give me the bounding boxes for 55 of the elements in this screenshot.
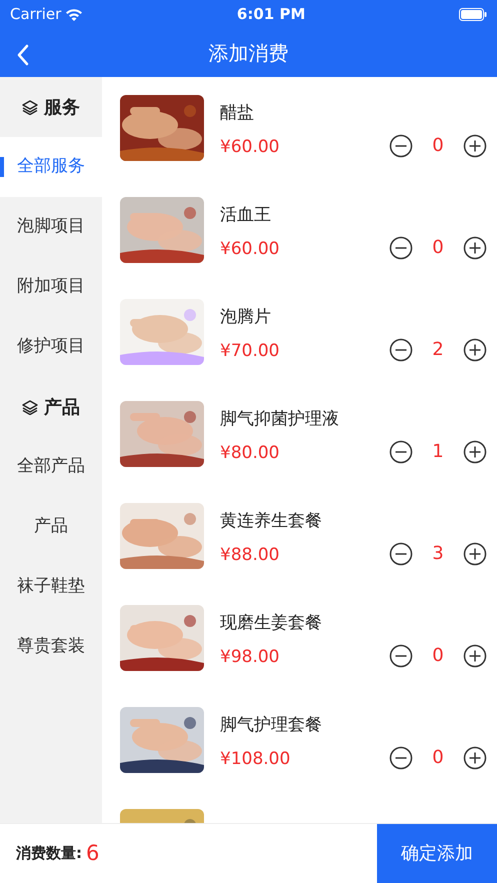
product-price: ¥88.00 [220,544,280,566]
increase-button[interactable] [463,236,487,260]
product-name: 脚气抑菌护理液 [220,408,340,431]
increase-button[interactable] [463,746,487,770]
product-name: 活血王 [220,204,272,227]
decrease-button[interactable] [389,134,413,158]
product-price: ¥98.00 [220,646,280,668]
product-price: ¥108.00 [220,748,292,770]
category-item[interactable]: 全部服务 [0,137,102,197]
quantity-value: 0 [431,746,445,770]
quantity-value: 0 [431,236,445,260]
product-name: 脚气护理套餐 [220,714,323,737]
confirm-add-button[interactable]: 确定添加 [377,824,497,883]
quantity-value: 1 [431,440,445,464]
quantity-value: 2 [431,338,445,362]
category-item[interactable]: 修护项目 [0,317,102,377]
category-header: 服务 [44,96,80,120]
category-item[interactable]: 尊贵套装 [0,617,102,677]
category-item[interactable]: 产品 [0,497,102,557]
product-name: 醋盐 [220,102,255,125]
product-name: 泡腾片 [220,306,272,329]
product-name: 黄连养生套餐 [220,510,323,533]
clock-time: 6:01 PM [236,4,306,25]
category-item[interactable]: 袜子鞋垫 [0,557,102,617]
decrease-button[interactable] [389,542,413,566]
quantity-value: 0 [431,644,445,668]
quantity-label: 消费数量: [16,843,82,864]
category-item[interactable]: 全部产品 [0,437,102,497]
increase-button[interactable] [463,134,487,158]
quantity-count: 6 [86,840,100,867]
decrease-button[interactable] [389,338,413,362]
wifi-icon [65,8,84,20]
increase-button[interactable] [463,440,487,464]
page-title: 添加消费 [208,40,288,66]
layers-icon [22,100,38,114]
quantity-value: 3 [431,542,445,566]
carrier-name: Carrier [10,4,62,25]
increase-button[interactable] [463,542,487,566]
category-item[interactable]: 泡脚项目 [0,197,102,257]
product-price: ¥70.00 [220,340,280,362]
layers-icon [22,400,38,414]
battery-icon [458,8,487,20]
product-price: ¥60.00 [220,136,280,158]
product-name: 现磨生姜套餐 [220,612,323,635]
increase-button[interactable] [463,644,487,668]
category-item[interactable]: 附加项目 [0,257,102,317]
decrease-button[interactable] [389,746,413,770]
category-header: 产品 [44,396,80,420]
product-price: ¥80.00 [220,442,280,464]
decrease-button[interactable] [389,644,413,668]
increase-button[interactable] [463,338,487,362]
quantity-value: 0 [431,134,445,158]
decrease-button[interactable] [389,236,413,260]
decrease-button[interactable] [389,440,413,464]
product-price: ¥60.00 [220,238,280,260]
